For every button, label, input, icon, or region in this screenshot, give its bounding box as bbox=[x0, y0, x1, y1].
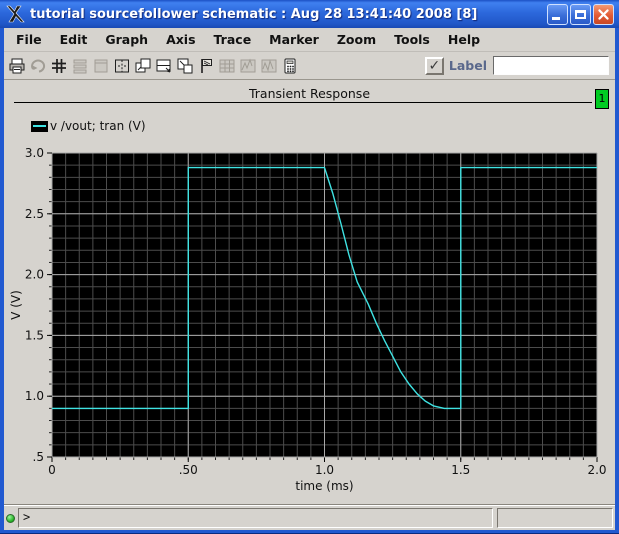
calculator-icon[interactable] bbox=[280, 55, 300, 76]
status-bar: > bbox=[4, 506, 615, 530]
legend: v /vout; tran (V) bbox=[31, 119, 146, 133]
y-tick-label: 1.0 bbox=[25, 389, 44, 403]
label-checkbox-label: Label bbox=[448, 58, 487, 73]
window-title: tutorial sourcefollower schematic : Aug … bbox=[30, 6, 478, 22]
label-checkbox[interactable]: ✓ bbox=[424, 56, 444, 75]
y-axis-title: V (V) bbox=[9, 290, 23, 320]
toolbar: ✓ Label bbox=[4, 52, 615, 79]
x-tick-label: 1.0 bbox=[315, 463, 334, 477]
maximize-icon bbox=[575, 9, 586, 19]
x-axis-title: time (ms) bbox=[295, 479, 353, 493]
title-separator bbox=[14, 102, 592, 103]
split-view-icon[interactable] bbox=[112, 55, 132, 76]
x-tick-label: 1.5 bbox=[451, 463, 470, 477]
menu-zoom[interactable]: Zoom bbox=[329, 30, 384, 49]
close-icon bbox=[598, 8, 609, 20]
trace-legend-label[interactable]: v /vout; tran (V) bbox=[50, 119, 146, 133]
title-bar[interactable]: tutorial sourcefollower schematic : Aug … bbox=[0, 0, 619, 28]
y-tick-label: 1.5 bbox=[25, 328, 44, 342]
y-tick-label: 3.0 bbox=[25, 146, 44, 160]
menu-graph[interactable]: Graph bbox=[97, 30, 156, 49]
minimize-button[interactable] bbox=[547, 3, 568, 25]
graph-title: Transient Response bbox=[248, 86, 371, 101]
status-led-icon bbox=[6, 513, 15, 523]
x11-logo-icon bbox=[6, 5, 25, 23]
menu-trace[interactable]: Trace bbox=[206, 30, 260, 49]
maximize-button[interactable] bbox=[570, 3, 591, 25]
trace-color-swatch bbox=[31, 120, 48, 132]
menu-file[interactable]: File bbox=[8, 30, 50, 49]
print-icon[interactable] bbox=[7, 55, 27, 76]
composite-mode-icon bbox=[91, 55, 111, 76]
y-tick-label: 2.0 bbox=[25, 268, 44, 282]
menu-axis[interactable]: Axis bbox=[158, 30, 203, 49]
replot-icon bbox=[259, 55, 279, 76]
strip-window-icon[interactable] bbox=[154, 55, 174, 76]
menu-help[interactable]: Help bbox=[440, 30, 488, 49]
x-tick-label: 0 bbox=[48, 463, 56, 477]
graph-panel: Transient Response 1 v /vout; tran (V) 0… bbox=[4, 79, 615, 505]
strip-mode-icon bbox=[70, 55, 90, 76]
command-prompt-field[interactable]: > bbox=[18, 508, 493, 528]
status-message-field bbox=[497, 508, 613, 528]
redraw-icon bbox=[28, 55, 48, 76]
label-input[interactable] bbox=[493, 56, 609, 75]
menu-marker[interactable]: Marker bbox=[261, 30, 327, 49]
y-tick-label: .5 bbox=[33, 450, 44, 464]
label-marker-icon[interactable] bbox=[196, 55, 216, 76]
x-tick-label: .50 bbox=[179, 463, 198, 477]
window-number-badge[interactable]: 1 bbox=[595, 89, 609, 109]
close-button[interactable] bbox=[593, 3, 614, 25]
data-table-icon bbox=[217, 55, 237, 76]
overlay-window-icon[interactable] bbox=[133, 55, 153, 76]
grid-icon[interactable] bbox=[49, 55, 69, 76]
menu-edit[interactable]: Edit bbox=[52, 30, 96, 49]
y-tick-label: 2.5 bbox=[25, 207, 44, 221]
x-tick-label: 2.0 bbox=[587, 463, 606, 477]
menu-bar: File Edit Graph Axis Trace Marker Zoom Tools Hel… bbox=[4, 28, 615, 52]
update-plot-icon bbox=[238, 55, 258, 76]
subwindow-icon[interactable] bbox=[175, 55, 195, 76]
waveform-plot[interactable]: 0 .50 1.0 1.5 2.0 3.0 2.5 2.0 1.5 1.0 .5 time (ms) V… bbox=[4, 139, 615, 499]
menu-tools[interactable]: Tools bbox=[386, 30, 438, 49]
minimize-icon bbox=[552, 16, 560, 20]
application-window: tutorial sourcefollower schematic : Aug … bbox=[0, 0, 619, 534]
